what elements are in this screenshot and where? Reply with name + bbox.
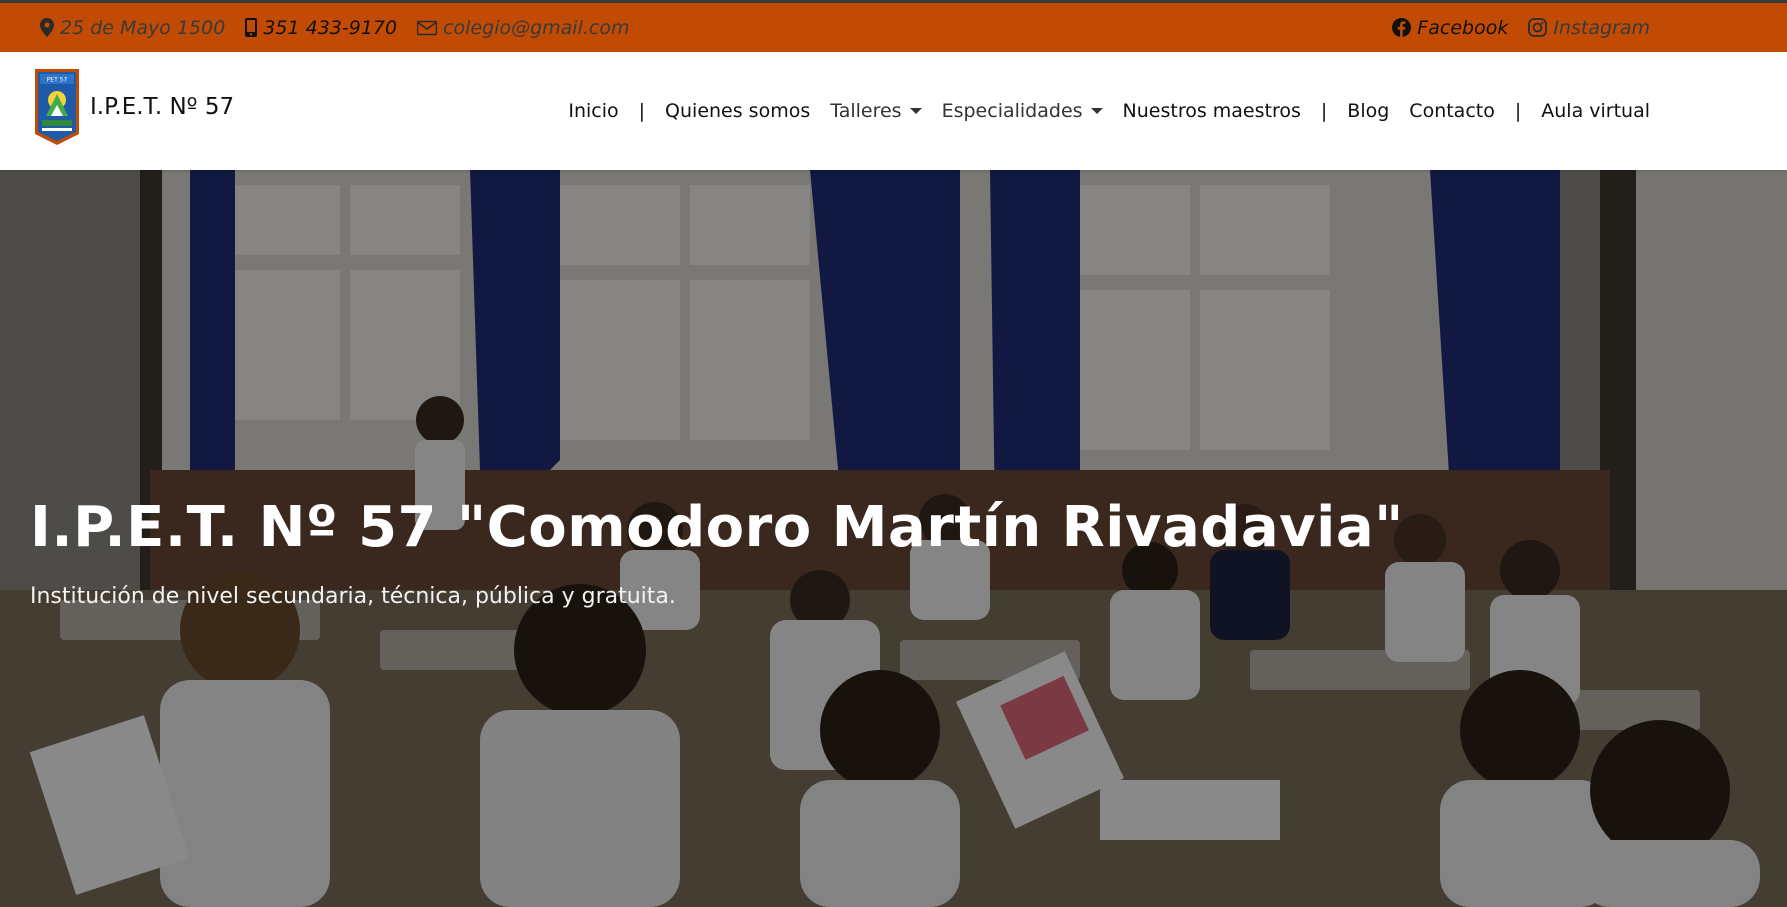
nav-talleres-dropdown[interactable]: Talleres [830,100,922,122]
caret-down-icon [1090,108,1103,114]
nav-separator: | [1320,100,1328,122]
hero-title: I.P.E.T. Nº 57 "Comodoro Martín Rivadavi… [30,495,1404,560]
map-pin-icon [40,18,54,37]
brand-name: I.P.E.T. Nº 57 [90,94,235,120]
email-text: colegio@gmail.com [443,16,630,39]
nav-quienes-somos[interactable]: Quienes somos [665,100,810,122]
facebook-link[interactable]: Facebook [1392,17,1508,39]
nav-inicio[interactable]: Inicio [568,100,618,122]
nav-contacto[interactable]: Contacto [1409,100,1495,122]
facebook-icon [1392,18,1412,37]
nav-blog[interactable]: Blog [1347,100,1389,122]
address-item: 25 de Mayo 1500 [40,17,225,39]
phone-icon [245,18,258,37]
contact-info-group: 25 de Mayo 1500 351 433-9170 colegio@gma… [40,17,650,39]
brand[interactable]: PET 57 I.P.E.T. Nº 57 [34,68,234,146]
address-text: 25 de Mayo 1500 [60,16,226,39]
nav-especialidades-dropdown[interactable]: Especialidades [942,100,1103,122]
phone-text: 351 433-9170 [263,16,398,39]
nav-especialidades-label: Especialidades [941,100,1083,122]
school-crest-logo: PET 57 [35,69,79,145]
nav-aula-virtual[interactable]: Aula virtual [1541,100,1650,122]
social-links-group: Facebook Instagram [1372,17,1650,39]
main-nav: Inicio | Quienes somos Talleres Especial… [558,100,1660,122]
nav-separator: | [638,100,646,122]
svg-text:PET 57: PET 57 [47,77,68,84]
instagram-text: Instagram [1553,16,1650,39]
main-navbar: PET 57 I.P.E.T. Nº 57 Inicio | Quienes s… [0,52,1787,170]
contact-topbar: 25 de Mayo 1500 351 433-9170 colegio@gma… [0,0,1787,52]
nav-nuestros-maestros[interactable]: Nuestros maestros [1123,100,1301,122]
hero-section: I.P.E.T. Nº 57 "Comodoro Martín Rivadavi… [0,170,1787,907]
envelope-icon [417,20,438,35]
caret-down-icon [909,108,922,114]
nav-separator: | [1514,100,1522,122]
instagram-link[interactable]: Instagram [1528,17,1650,39]
email-item[interactable]: colegio@gmail.com [417,16,630,39]
phone-item[interactable]: 351 433-9170 [245,17,397,39]
instagram-icon [1528,18,1548,37]
nav-talleres-label: Talleres [830,100,902,122]
hero-subtitle: Institución de nivel secundaria, técnica… [30,584,676,609]
facebook-text: Facebook [1417,16,1509,39]
